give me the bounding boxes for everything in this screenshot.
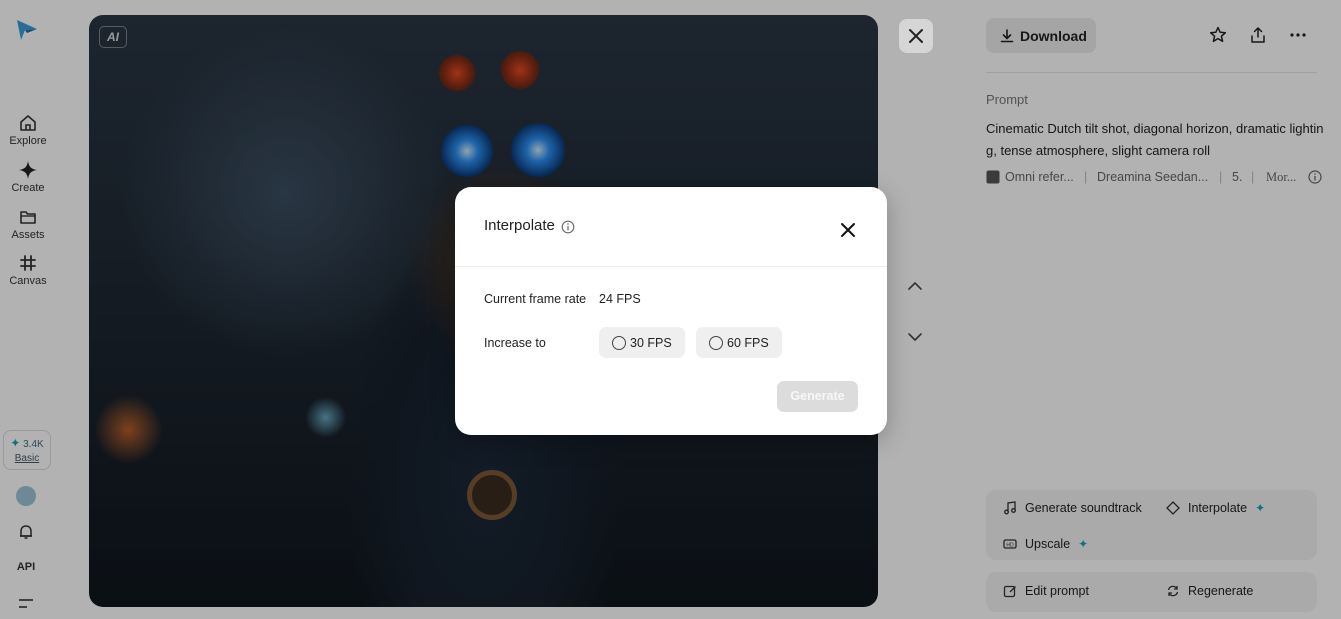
- current-frame-rate-label: Current frame rate: [484, 292, 587, 306]
- close-viewer-button[interactable]: [899, 19, 933, 53]
- fps-option-label: 60 FPS: [727, 335, 769, 350]
- chevron-down-icon[interactable]: [905, 327, 925, 347]
- radio-icon: [612, 335, 626, 350]
- generate-button[interactable]: Generate: [777, 381, 858, 412]
- dialog-title: Interpolate: [484, 217, 555, 234]
- interpolate-dialog: Interpolate Current frame rate 24 FPS In…: [455, 187, 887, 435]
- current-frame-rate-value: 24 FPS: [599, 292, 641, 306]
- divider: [455, 266, 887, 267]
- radio-icon: [709, 335, 723, 350]
- fps-option-30[interactable]: 30 FPS: [599, 327, 685, 358]
- close-icon[interactable]: [839, 221, 857, 239]
- fps-option-label: 30 FPS: [630, 335, 672, 350]
- chevron-up-icon[interactable]: [905, 276, 925, 296]
- close-icon: [909, 29, 923, 43]
- fps-option-60[interactable]: 60 FPS: [696, 327, 782, 358]
- info-icon[interactable]: [561, 220, 575, 234]
- increase-to-label: Increase to: [484, 336, 546, 350]
